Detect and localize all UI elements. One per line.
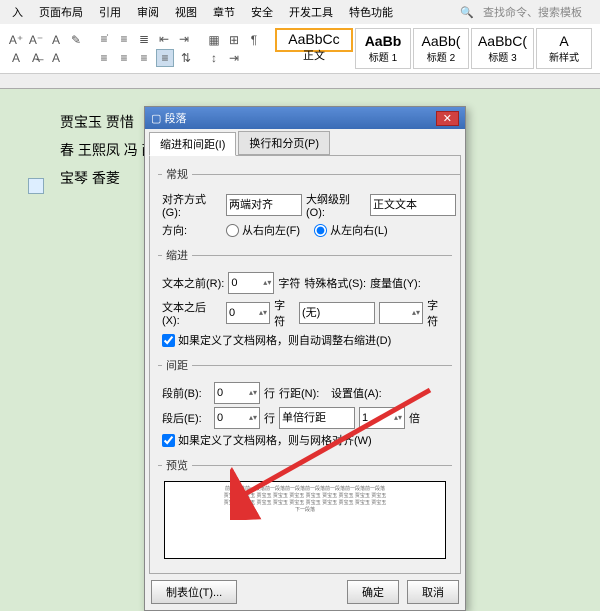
indent-after-spin[interactable]: 0 [226,302,270,324]
label-direction: 方向: [162,222,222,238]
group-indent: 缩进 [162,247,192,263]
unit-char: 字符 [427,297,448,329]
group-spacing: 间距 [162,357,192,373]
change-case-icon[interactable]: A [8,50,24,66]
radio-ltr[interactable]: 从左向右(L) [314,222,387,238]
style-h2[interactable]: AaBb(标题 2 [413,28,469,69]
check-auto-adjust-indent[interactable]: 如果定义了文档网格，则自动调整右缩进(D) [162,332,391,348]
tab-sections[interactable]: 章节 [207,2,241,22]
align-right-icon[interactable]: ≡ [136,50,152,66]
label-indent-before: 文本之前(R): [162,275,224,291]
page-icon[interactable] [28,178,44,194]
app-icon: ▢ [151,112,161,125]
unit-char: 字符 [278,275,300,291]
tab-insert[interactable]: 入 [6,2,29,22]
search-box[interactable]: 🔍 查找命令、搜索模板 [454,2,594,22]
shading-icon[interactable]: ▦ [206,32,222,48]
unit-line: 行 [264,410,275,426]
style-h3[interactable]: AaBbC(标题 3 [471,28,534,69]
tab-view[interactable]: 视图 [169,2,203,22]
space-before-spin[interactable]: 0 [214,382,260,404]
indent-dec-icon[interactable]: ⇤ [156,31,172,47]
outline-select[interactable]: 正文文本 [370,194,456,216]
align-justify-icon[interactable]: ≡ [156,49,174,67]
font-increase-icon[interactable]: A⁺ [8,32,24,48]
ok-button[interactable]: 确定 [347,580,399,604]
font-decrease-icon[interactable]: A⁻ [28,32,44,48]
label-special: 特殊格式(S): [304,275,366,291]
char-border-icon[interactable]: A [48,50,64,66]
marks-icon[interactable]: ¶ [246,32,262,48]
border-icon[interactable]: ⊞ [226,32,242,48]
tab-page-layout[interactable]: 页面布局 [33,2,89,22]
label-line-spacing: 行距(N): [279,385,327,401]
alignment-select[interactable]: 两端对齐 [226,194,302,216]
multilevel-icon[interactable]: ≣ [136,31,152,47]
unit-line: 行 [264,385,275,401]
label-space-before: 段前(B): [162,385,210,401]
paragraph-dialog: ▢ 段落 ✕ 缩进和间距(I) 换行和分页(P) 常规 对齐方式(G): 两端对… [144,106,466,611]
unit-char: 字符 [274,297,295,329]
tabs-button[interactable]: 制表位(T)... [151,580,237,604]
style-normal[interactable]: AaBbCc正文 [275,28,353,52]
unit-bei: 倍 [409,410,420,426]
numbering-icon[interactable]: ≡ [116,31,132,47]
space-after-spin[interactable]: 0 [214,407,260,429]
tab-line-page-breaks[interactable]: 换行和分页(P) [238,131,330,155]
bullets-icon[interactable]: ≡̇ [96,31,112,47]
special-select[interactable]: (无) [299,302,375,324]
tab-icon[interactable]: ⇥ [226,50,242,66]
tab-features[interactable]: 特色功能 [343,2,399,22]
tab-indent-spacing[interactable]: 缩进和间距(I) [149,132,236,156]
set-value-spin[interactable]: 1 [359,407,405,429]
ribbon-tabs: 入 页面布局 引用 审阅 视图 章节 安全 开发工具 特色功能 🔍 查找命令、搜… [0,0,600,24]
align-center-icon[interactable]: ≡ [116,50,132,66]
sort-icon[interactable]: ↕ [206,50,222,66]
style-new[interactable]: A新样式 [536,28,592,69]
font-color-icon[interactable]: A [48,32,64,48]
radio-rtl[interactable]: 从右向左(F) [226,222,300,238]
toolbar: A⁺ A⁻ A ✎ A A̶ A ≡̇ ≡ ≣ ⇤ ⇥ ≡ ≡ ≡ ≡ ⇅ ▦ … [0,24,600,73]
tab-references[interactable]: 引用 [93,2,127,22]
label-measure: 度量值(Y): [370,275,421,291]
measure-spin[interactable] [379,302,423,324]
indent-before-spin[interactable]: 0 [228,272,274,294]
line-spacing-select[interactable]: 单倍行距 [279,407,355,429]
style-h1[interactable]: AaBb标题 1 [355,28,411,69]
label-space-after: 段后(E): [162,410,210,426]
ruler[interactable] [0,74,600,89]
check-snap-grid[interactable]: 如果定义了文档网格，则与网格对齐(W) [162,432,372,448]
group-preview: 预览 [162,457,192,473]
close-icon[interactable]: ✕ [436,111,459,126]
label-alignment: 对齐方式(G): [162,191,222,219]
line-spacing-icon[interactable]: ⇅ [178,50,194,66]
align-left-icon[interactable]: ≡ [96,50,112,66]
highlight-icon[interactable]: ✎ [68,32,84,48]
dialog-titlebar[interactable]: ▢ 段落 ✕ [145,107,465,129]
preview-box: 前一段落前一段落前一段落前一段落前一段落前一段落前一段落前一段落贾宝玉 贾宝玉 … [164,481,446,559]
indent-inc-icon[interactable]: ⇥ [176,31,192,47]
tab-security[interactable]: 安全 [245,2,279,22]
tab-dev[interactable]: 开发工具 [283,2,339,22]
label-outline: 大纲级别(O): [306,191,366,219]
cancel-button[interactable]: 取消 [407,580,459,604]
dialog-title: 段落 [164,110,186,126]
tab-review[interactable]: 审阅 [131,2,165,22]
label-set-value: 设置值(A): [331,385,382,401]
clear-format-icon[interactable]: A̶ [28,50,44,66]
group-general: 常规 [162,166,192,182]
label-indent-after: 文本之后(X): [162,299,222,327]
